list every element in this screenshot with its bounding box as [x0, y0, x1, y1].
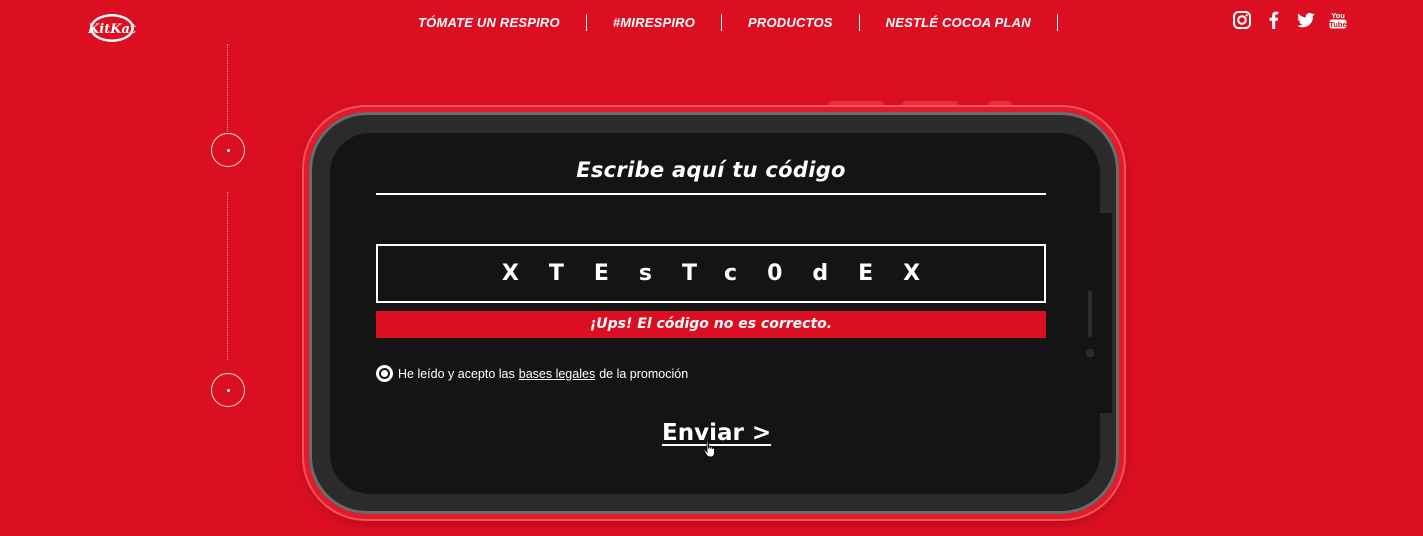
nav-item-mirespiro[interactable]: #MIRESPIRO [587, 15, 721, 31]
svg-text:KitKat: KitKat [88, 22, 136, 37]
main-nav: TÓMATE UN RESPIRO #MIRESPIRO PRODUCTOS N… [392, 14, 1058, 31]
timeline-line [227, 192, 228, 360]
phone-camera [1086, 349, 1094, 357]
kitkat-logo[interactable]: KitKat [87, 12, 136, 44]
consent-suffix: de la promoción [599, 366, 689, 381]
timeline-step-2[interactable] [211, 373, 245, 407]
code-input-box[interactable] [376, 244, 1046, 303]
consent-row: He leído y acepto las bases legales de l… [376, 365, 688, 382]
timeline-line [227, 44, 228, 132]
nav-divider [1056, 14, 1058, 31]
youtube-icon[interactable]: You Tube [1328, 10, 1348, 30]
nav-item-nestle-cocoa-plan[interactable]: NESTLÉ COCOA PLAN [860, 15, 1057, 31]
code-input[interactable] [378, 261, 1044, 286]
title-divider [376, 193, 1046, 195]
form-title: Escribe aquí tu código [576, 158, 846, 182]
timeline-step-1[interactable] [211, 133, 245, 167]
svg-text:You: You [1331, 11, 1345, 20]
social-links: You Tube [1232, 10, 1348, 30]
twitter-icon[interactable] [1296, 10, 1316, 30]
phone-notch [1072, 213, 1112, 413]
consent-prefix: He leído y acepto las [398, 366, 515, 381]
error-message: ¡Ups! El código no es correcto. [376, 311, 1046, 338]
instagram-icon[interactable] [1232, 10, 1252, 30]
consent-radio[interactable] [376, 365, 393, 382]
nav-item-productos[interactable]: PRODUCTOS [722, 15, 859, 31]
svg-text:Tube: Tube [1329, 20, 1346, 29]
phone-speaker [1088, 291, 1092, 337]
legal-terms-link[interactable]: bases legales [519, 367, 595, 381]
facebook-icon[interactable] [1264, 10, 1284, 30]
hand-cursor-icon [703, 440, 717, 458]
nav-item-tomate-un-respiro[interactable]: TÓMATE UN RESPIRO [392, 15, 586, 31]
